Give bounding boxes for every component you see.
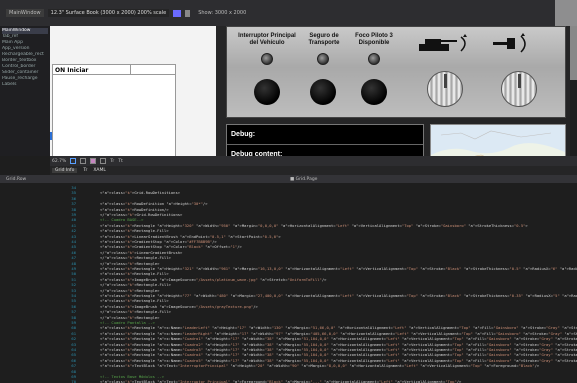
main-switch-button[interactable]: [254, 79, 280, 105]
code-path-bar: Grid.Row ■ Grid.Page: [0, 175, 577, 183]
designer-status-bar: 62.7% Tr Tt: [50, 156, 577, 166]
cannon-elevation-icon: [493, 33, 526, 53]
tank-turret-icon: [419, 34, 467, 52]
artboard-icon[interactable]: [90, 158, 97, 164]
indicator-light-2: [317, 53, 329, 65]
editor-tabs: Grid Info Tr XAML: [50, 166, 577, 175]
code-line[interactable]: 70 <"a">class="k">TextBlock "a">Text="In…: [0, 379, 577, 383]
label-foco: Foco Piloto 3 Disponible: [355, 33, 393, 46]
scope-left[interactable]: Grid.Row: [0, 177, 290, 182]
zoom-level[interactable]: 62.7%: [52, 159, 66, 164]
line-number: 70: [71, 379, 76, 383]
xaml-editor[interactable]: 34 35 <"a">class="k">Grid.RowDefinitions> 3…: [0, 183, 577, 383]
table-header: ON Iniciar: [53, 65, 131, 74]
label-seguro: Seguro de Transporte: [308, 33, 340, 46]
tab-grid-info[interactable]: Grid Info: [52, 168, 78, 173]
document-outline: MainWindow Tab_ref Main App App_version Rech…: [0, 26, 50, 156]
selection-marker: [50, 132, 52, 140]
table-header-empty: [131, 65, 175, 74]
status-item-2[interactable]: Tt: [118, 159, 123, 164]
label-interruptor: Interruptor Principal del Vehículo: [238, 33, 296, 46]
transport-lock-button[interactable]: [310, 79, 336, 105]
turret-dial[interactable]: [427, 71, 463, 107]
tab-xaml[interactable]: XAML: [93, 168, 106, 173]
status-item-1[interactable]: Tr: [110, 159, 114, 164]
display-size: Show: 3000 x 2000: [198, 10, 247, 16]
elevation-dial[interactable]: [501, 71, 537, 107]
control-panel: Interruptor Principal del Vehículo Segur…: [226, 26, 566, 118]
snap-icon[interactable]: [80, 158, 87, 164]
layout-icon[interactable]: [185, 9, 191, 17]
pilot-light-button[interactable]: [361, 79, 387, 105]
debug-title: Debug:: [227, 125, 423, 145]
designer-window: MainWindow 12.3" Surface Book (3000 x 20…: [0, 0, 577, 383]
outline-item[interactable]: Labels: [2, 82, 48, 88]
breadcrumb[interactable]: MainWindow: [6, 9, 44, 17]
top-toolbar: MainWindow 12.3" Surface Book (3000 x 20…: [0, 0, 577, 26]
grid-icon[interactable]: [70, 158, 77, 164]
orientation-icon[interactable]: [173, 9, 182, 17]
effects-icon[interactable]: [100, 158, 107, 164]
indicator-light-3: [368, 53, 380, 65]
table-grid: ON Iniciar: [52, 64, 176, 160]
page-canvas: ON Iniciar: [50, 26, 216, 160]
design-surface: ON Iniciar Interruptor Principal del Veh…: [50, 26, 570, 168]
scope-right[interactable]: ■ Grid.Page: [290, 177, 317, 182]
code-text[interactable]: <"a">class="k">TextBlock "a">Text="Inter…: [100, 379, 461, 383]
tab-tr[interactable]: Tr: [83, 168, 87, 173]
indicator-light-1: [261, 53, 273, 65]
device-selector[interactable]: 12.3" Surface Book (3000 x 2000) 200% sc…: [47, 9, 170, 17]
